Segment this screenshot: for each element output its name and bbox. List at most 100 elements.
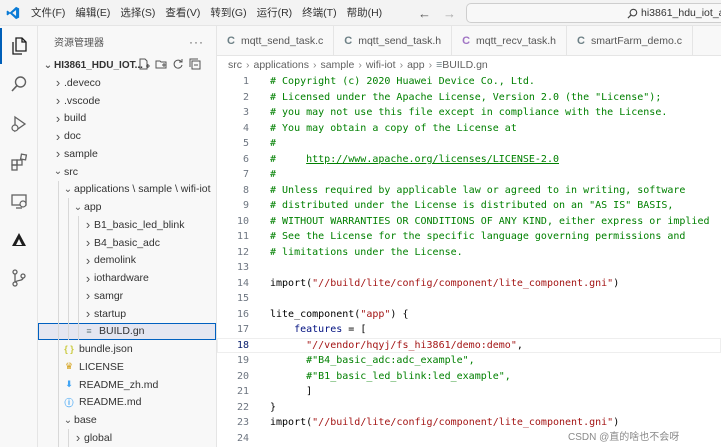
code-token: # limitations under the License. bbox=[270, 246, 463, 258]
menu-item[interactable]: 终端(T) bbox=[297, 0, 341, 26]
tree-folder[interactable]: › sample bbox=[38, 145, 216, 163]
chevron-down-icon: ⌄ bbox=[63, 183, 73, 195]
deveco-icon[interactable] bbox=[0, 222, 38, 258]
new-folder-icon[interactable] bbox=[155, 58, 167, 73]
tree-file[interactable]: ≡ BUILD.gn bbox=[38, 322, 216, 341]
menu-item[interactable]: 运行(R) bbox=[252, 0, 298, 26]
menu-item[interactable]: 帮助(H) bbox=[342, 0, 388, 26]
indent-guide bbox=[68, 304, 69, 323]
code-line[interactable]: 14 import("//build/lite/config/component/… bbox=[217, 276, 721, 292]
tree-folder[interactable]: ⌄ app bbox=[38, 198, 216, 216]
source-control-icon[interactable] bbox=[0, 260, 38, 296]
menu-item[interactable]: 编辑(E) bbox=[70, 0, 115, 26]
tree-folder[interactable]: › .vscode bbox=[38, 92, 216, 110]
code-line[interactable]: 6 # http://www.apache.org/licenses/LICENS… bbox=[217, 152, 721, 168]
code-line[interactable]: 11 # See the License for the specific lan… bbox=[217, 229, 721, 245]
breadcrumb-item[interactable]: applications bbox=[254, 59, 309, 71]
command-center[interactable]: hi3861_hdu_iot_ap bbox=[466, 3, 721, 23]
tree-file[interactable]: ⓘ README.md bbox=[38, 393, 216, 412]
tree-folder[interactable]: › iothardware bbox=[38, 269, 216, 287]
code-line[interactable]: 16 lite_component("app") { bbox=[217, 307, 721, 323]
collapse-all-icon[interactable] bbox=[189, 58, 201, 73]
tree-folder[interactable]: ⌄ base bbox=[38, 411, 216, 429]
code-line[interactable]: 20 #"B1_basic_led_blink:led_example", bbox=[217, 369, 721, 385]
code-line[interactable]: 13 bbox=[217, 260, 721, 276]
tree-folder[interactable]: › build bbox=[38, 110, 216, 128]
code-token: # Copyright (c) 2020 Huawei Device Co., … bbox=[270, 76, 535, 88]
editor-tab[interactable]: Cmqtt_send_task.h bbox=[334, 26, 453, 55]
code-line[interactable]: 4 # You may obtain a copy of the License … bbox=[217, 121, 721, 137]
code-line[interactable]: 19 #"B4_basic_adc:adc_example", bbox=[217, 353, 721, 369]
tree-folder[interactable]: › .deveco bbox=[38, 74, 216, 92]
editor-tab[interactable]: Cmqtt_send_task.c bbox=[217, 26, 335, 55]
breadcrumb-item[interactable]: wifi-iot bbox=[366, 59, 396, 71]
run-debug-icon[interactable] bbox=[0, 106, 38, 142]
chevron-down-icon: ⌄ bbox=[63, 414, 73, 426]
code-editor[interactable]: 1 # Copyright (c) 2020 Huawei Device Co.,… bbox=[217, 74, 721, 447]
tree-file[interactable]: ♛ LICENSE bbox=[38, 358, 216, 376]
editor-tab[interactable]: CsmartFarm_demo.c bbox=[567, 26, 693, 55]
refresh-icon[interactable] bbox=[172, 58, 184, 73]
code-line[interactable]: 21 ] bbox=[217, 384, 721, 400]
menu-item[interactable]: 选择(S) bbox=[115, 0, 160, 26]
more-actions-icon[interactable]: ··· bbox=[189, 35, 204, 49]
tree-file[interactable]: { } bundle.json bbox=[38, 340, 216, 358]
breadcrumb-item[interactable]: sample bbox=[320, 59, 354, 71]
code-line[interactable]: 17 features = [ bbox=[217, 322, 721, 338]
tree-item-label: B1_basic_led_blink bbox=[94, 218, 185, 231]
tree-file[interactable]: ⬇ README_zh.md bbox=[38, 375, 216, 394]
c-file-icon: C bbox=[344, 35, 353, 47]
tree-folder[interactable]: ⌄ applications \ sample \ wifi-iot bbox=[38, 180, 216, 199]
tree-folder[interactable]: › samgr bbox=[38, 287, 216, 305]
menu-item[interactable]: 文件(F) bbox=[26, 0, 70, 26]
chevron-right-icon: › bbox=[428, 59, 433, 71]
workspace-header[interactable]: ⌄ HI3861_HDU_IOT... bbox=[38, 56, 216, 74]
code-line[interactable]: 8 # Unless required by applicable law or … bbox=[217, 183, 721, 199]
code-line[interactable]: 18 "//vendor/hqyj/fs_hi3861/demo:demo", bbox=[217, 337, 721, 353]
forward-arrow-icon[interactable]: → bbox=[443, 6, 456, 21]
code-line[interactable]: 7 # bbox=[217, 167, 721, 183]
new-file-icon[interactable] bbox=[138, 58, 150, 73]
explorer-icon[interactable] bbox=[0, 28, 38, 64]
breadcrumb-item[interactable]: src bbox=[228, 59, 242, 71]
line-number: 3 bbox=[242, 107, 249, 119]
tree-folder[interactable]: › global bbox=[38, 429, 216, 447]
code-token: # WITHOUT WARRANTIES OR CONDITIONS OF AN… bbox=[270, 215, 710, 227]
menu-item[interactable]: 查看(V) bbox=[160, 0, 205, 26]
code-line[interactable]: 1 # Copyright (c) 2020 Huawei Device Co.,… bbox=[217, 74, 721, 90]
chevron-right-icon: › bbox=[312, 59, 317, 71]
breadcrumb-item[interactable]: app bbox=[407, 59, 425, 71]
code-line[interactable]: 22} bbox=[217, 400, 721, 416]
code-line[interactable]: 9 # distributed under the License is dist… bbox=[217, 198, 721, 214]
code-line[interactable]: 12 # limitations under the License. bbox=[217, 245, 721, 261]
back-arrow-icon[interactable]: ← bbox=[418, 6, 431, 21]
workspace-name: HI3861_HDU_IOT... bbox=[54, 59, 143, 71]
extensions-icon[interactable] bbox=[0, 144, 38, 180]
remote-explorer-icon[interactable] bbox=[0, 183, 38, 219]
code-line[interactable]: 3 # you may not use this file except in c… bbox=[217, 105, 721, 121]
tree-item-label: sample bbox=[64, 147, 98, 160]
indent-guide bbox=[58, 375, 59, 394]
tree-folder[interactable]: ⌄ src bbox=[38, 163, 216, 181]
tree-folder[interactable]: › B4_basic_adc bbox=[38, 233, 216, 252]
indent-guide bbox=[58, 287, 59, 305]
breadcrumb-item[interactable]: BUILD.gn bbox=[442, 59, 488, 71]
line-number: 2 bbox=[242, 91, 249, 103]
tree-folder[interactable]: › demolink bbox=[38, 251, 216, 270]
code-line[interactable]: 15 bbox=[217, 291, 721, 307]
tree-folder[interactable]: › doc bbox=[38, 127, 216, 145]
code-line[interactable]: 5 # bbox=[217, 136, 721, 152]
menu-item[interactable]: 转到(G) bbox=[205, 0, 251, 26]
chevron-right-icon: › bbox=[85, 270, 91, 286]
tree-item-label: LICENSE bbox=[79, 360, 124, 373]
tree-folder[interactable]: › startup bbox=[38, 304, 216, 323]
code-line[interactable]: 2 # Licensed under the Apache License, Ve… bbox=[217, 90, 721, 106]
code-text: # You may obtain a copy of the License a… bbox=[270, 123, 517, 134]
tree-folder[interactable]: › B1_basic_led_blink bbox=[38, 216, 216, 234]
search-icon[interactable] bbox=[0, 66, 38, 102]
indent-guide bbox=[58, 198, 59, 216]
editor-tab[interactable]: Cmqtt_recv_task.h bbox=[452, 26, 567, 55]
command-center-text: hi3861_hdu_iot_ap bbox=[641, 7, 721, 19]
tab-label: mqtt_send_task.c bbox=[240, 35, 324, 47]
code-line[interactable]: 10 # WITHOUT WARRANTIES OR CONDITIONS OF … bbox=[217, 214, 721, 230]
